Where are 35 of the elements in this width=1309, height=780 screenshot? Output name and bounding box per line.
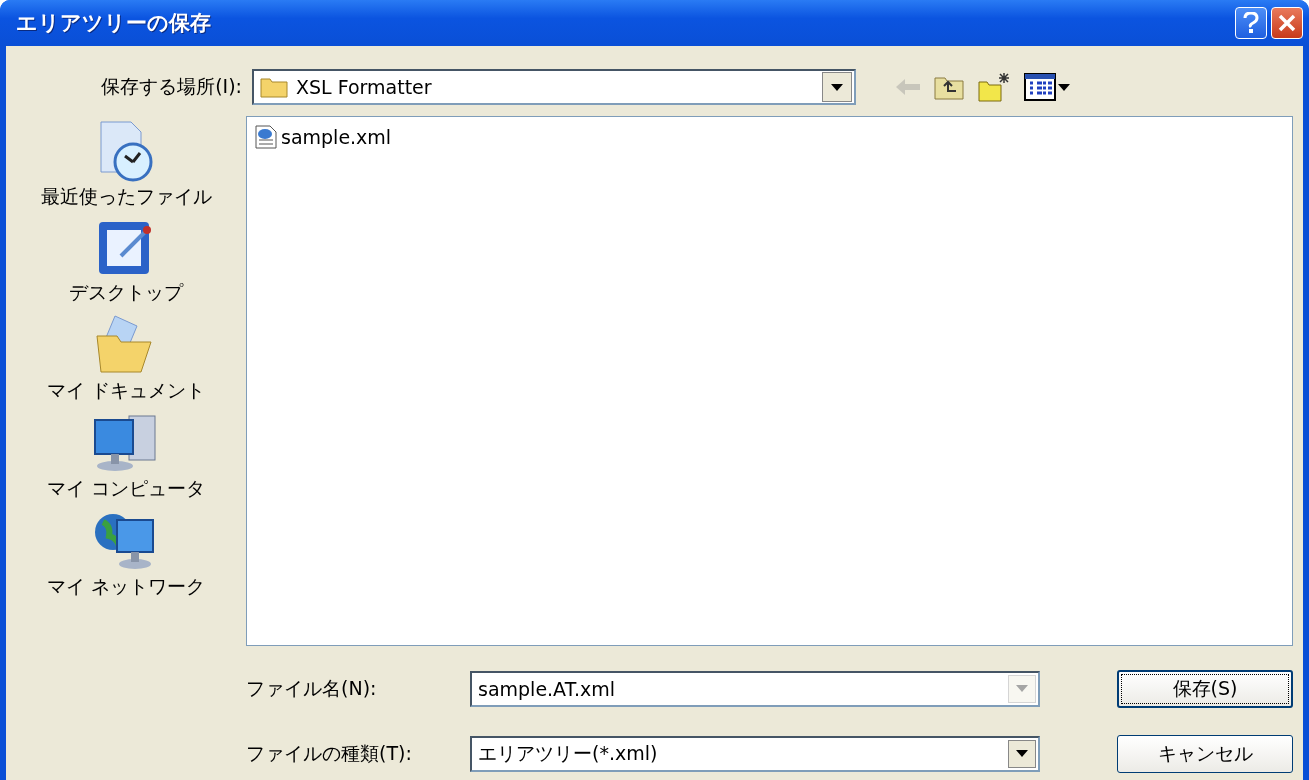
save-location-label: 保存する場所(I): — [100, 74, 242, 99]
file-item[interactable]: sample.xml — [253, 125, 394, 149]
close-button[interactable] — [1271, 7, 1303, 39]
save-button[interactable]: 保存(S) — [1117, 669, 1293, 708]
new-folder-button[interactable] — [978, 72, 1010, 102]
help-button[interactable] — [1235, 7, 1267, 39]
file-type-combobox[interactable]: エリアツリー(*.xml) — [470, 735, 1040, 772]
caret-icon — [1016, 685, 1028, 692]
xml-file-icon — [255, 125, 277, 149]
cancel-button[interactable]: キャンセル — [1117, 734, 1293, 773]
computer-icon — [93, 412, 159, 474]
places-item[interactable]: マイ ドキュメント — [46, 314, 205, 404]
new-folder-icon — [978, 72, 1010, 102]
folder-icon — [260, 76, 288, 98]
close-icon — [1278, 14, 1296, 32]
back-arrow-icon — [896, 78, 920, 96]
places-item[interactable]: 最近使ったファイル — [40, 120, 212, 210]
caret-icon — [831, 83, 843, 91]
view-menu-button[interactable] — [1024, 72, 1070, 102]
file-type-label: ファイルの種類(T): — [246, 740, 413, 766]
location-dropdown[interactable]: XSL Formatter — [252, 69, 856, 105]
file-name-combobox[interactable]: sample.AT.xml — [470, 670, 1040, 707]
file-name-field[interactable]: sample.AT.xml — [476, 676, 1008, 701]
help-icon — [1243, 12, 1259, 34]
file-name-label: ファイル名(N): — [246, 675, 378, 701]
places-item[interactable]: マイ コンピュータ — [46, 412, 205, 502]
places-item[interactable]: マイ ネットワーク — [46, 510, 205, 600]
folder-up-icon — [934, 74, 964, 100]
caret-icon — [1016, 750, 1028, 757]
window-title: エリアツリーの保存 — [16, 10, 211, 37]
caret-icon — [1058, 83, 1070, 91]
view-menu-icon — [1024, 73, 1056, 101]
file-type-field[interactable]: エリアツリー(*.xml) — [476, 741, 1008, 766]
places-item[interactable]: デスクトップ — [69, 218, 183, 306]
dropdown-button[interactable] — [1008, 739, 1036, 768]
